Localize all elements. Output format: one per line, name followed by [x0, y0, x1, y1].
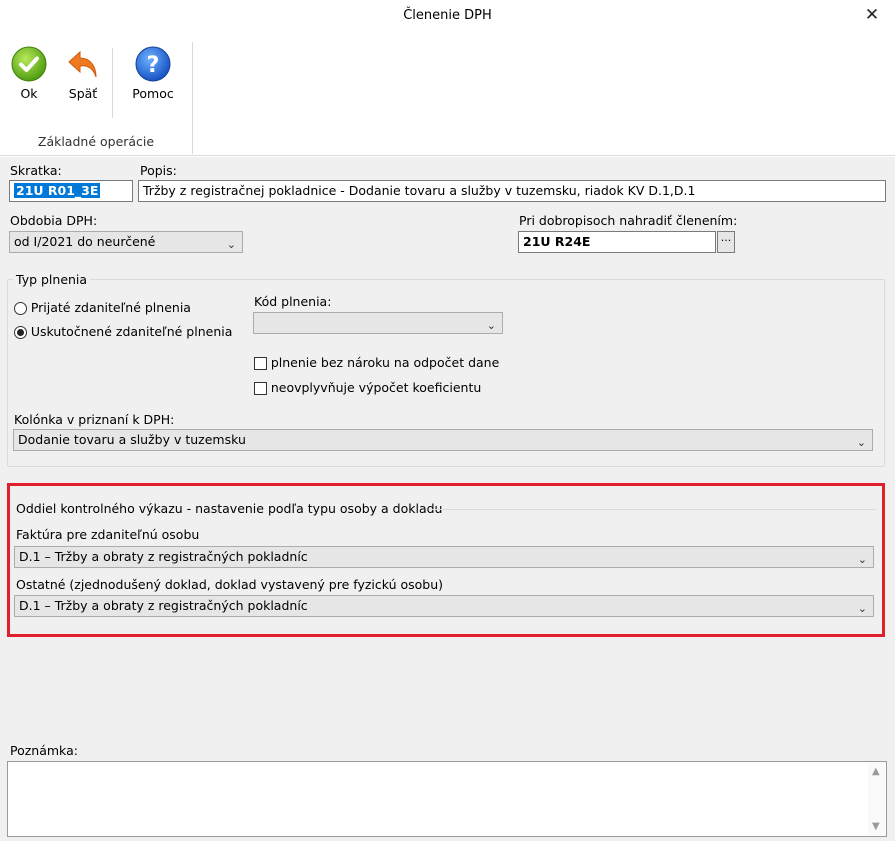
kolonka-value: Dodanie tovaru a služby v tuzemsku — [18, 432, 246, 447]
undo-arrow-icon — [68, 50, 97, 78]
obdobia-label: Obdobia DPH: — [10, 213, 98, 228]
close-icon: ✕ — [864, 5, 880, 25]
popis-field[interactable]: Tržby z registračnej pokladnice - Dodani… — [138, 180, 886, 202]
faktura-label: Faktúra pre zdaniteľnú osobu — [16, 527, 200, 542]
window-title: Členenie DPH — [403, 8, 492, 23]
ribbon-group-label: Základné operácie — [37, 134, 155, 149]
obdobia-dropdown[interactable]: od I/2021 do neurčené ⌄ — [9, 231, 243, 253]
chevron-down-icon: ⌄ — [486, 319, 496, 332]
dobropis-field[interactable]: 21U R24E — [518, 231, 716, 253]
skratka-label: Skratka: — [10, 163, 62, 178]
title-bar: Členenie DPH ✕ — [0, 0, 895, 32]
group-divider — [430, 509, 876, 510]
obdobia-value: od I/2021 do neurčené — [14, 234, 156, 249]
dobropis-browse-button[interactable]: ··· — [717, 231, 735, 253]
scroll-up-icon[interactable]: ▲ — [872, 766, 880, 777]
close-button[interactable]: ✕ — [861, 4, 883, 26]
radio-selected-icon — [14, 326, 27, 339]
ribbon: Ok Späť ? Pomoc Základné operácie — [0, 32, 895, 156]
chk-bez-naroku-label: plnenie bez nároku na odpočet dane — [270, 355, 500, 370]
help-button[interactable]: ? Pomoc — [114, 46, 192, 101]
radio-icon — [14, 302, 27, 315]
poznamka-label: Poznámka: — [10, 743, 78, 758]
radio-uskutocnene[interactable]: Uskutočnené zdaniteľné plnenia — [14, 324, 232, 339]
ok-button[interactable]: Ok — [8, 46, 50, 101]
scroll-down-icon[interactable]: ▼ — [872, 821, 880, 832]
back-button[interactable]: Späť — [60, 46, 106, 101]
skratka-field[interactable]: 21U R01_3E — [9, 180, 133, 202]
scrollbar[interactable]: ▲ ▼ — [868, 762, 886, 836]
kod-plnenia-dropdown[interactable]: ⌄ — [253, 312, 503, 334]
oddiel-group-label: Oddiel kontrolného výkazu - nastavenie p… — [16, 501, 443, 516]
popis-label: Popis: — [140, 163, 177, 178]
ribbon-group-separator — [192, 42, 193, 154]
checkbox-icon — [254, 357, 267, 370]
ok-label: Ok — [20, 86, 38, 101]
chevron-down-icon: ⌄ — [226, 238, 236, 251]
ostatne-dropdown[interactable]: D.1 – Tržby a obraty z registračných pok… — [14, 595, 874, 617]
kod-plnenia-label: Kód plnenia: — [254, 294, 332, 309]
ostatne-value: D.1 – Tržby a obraty z registračných pok… — [19, 598, 308, 613]
chk-bez-naroku[interactable]: plnenie bez nároku na odpočet dane — [254, 355, 499, 370]
typ-plnenia-label: Typ plnenia — [13, 272, 91, 287]
kolonka-dropdown[interactable]: Dodanie tovaru a služby v tuzemsku ⌄ — [13, 429, 873, 451]
svg-text:?: ? — [147, 53, 160, 78]
ostatne-label: Ostatné (zjednodušený doklad, doklad vys… — [16, 577, 444, 592]
ribbon-separator — [112, 48, 113, 118]
kolonka-label: Kolónka v priznaní k DPH: — [14, 412, 175, 427]
checkbox-icon — [254, 382, 267, 395]
radio-prijate-label: Prijaté zdaniteľné plnenia — [30, 300, 191, 315]
chevron-down-icon: ⌄ — [857, 602, 867, 615]
chevron-down-icon: ⌄ — [857, 553, 867, 566]
radio-prijate[interactable]: Prijaté zdaniteľné plnenia — [14, 300, 191, 315]
help-label: Pomoc — [132, 86, 174, 101]
checkmark-icon — [11, 46, 47, 82]
chevron-down-icon: ⌄ — [856, 436, 866, 449]
poznamka-textarea[interactable]: ▲ ▼ — [7, 761, 887, 837]
help-icon: ? — [135, 46, 171, 82]
chk-neovplyvnuje[interactable]: neovplyvňuje výpočet koeficientu — [254, 380, 481, 395]
radio-uskutocnene-label: Uskutočnené zdaniteľné plnenia — [30, 324, 233, 339]
back-label: Späť — [68, 86, 98, 101]
chk-neovplyvnuje-label: neovplyvňuje výpočet koeficientu — [270, 380, 482, 395]
faktura-dropdown[interactable]: D.1 – Tržby a obraty z registračných pok… — [14, 546, 874, 568]
faktura-value: D.1 – Tržby a obraty z registračných pok… — [19, 549, 308, 564]
dobropis-label: Pri dobropisoch nahradiť členením: — [519, 213, 738, 228]
skratka-value: 21U R01_3E — [14, 183, 101, 198]
